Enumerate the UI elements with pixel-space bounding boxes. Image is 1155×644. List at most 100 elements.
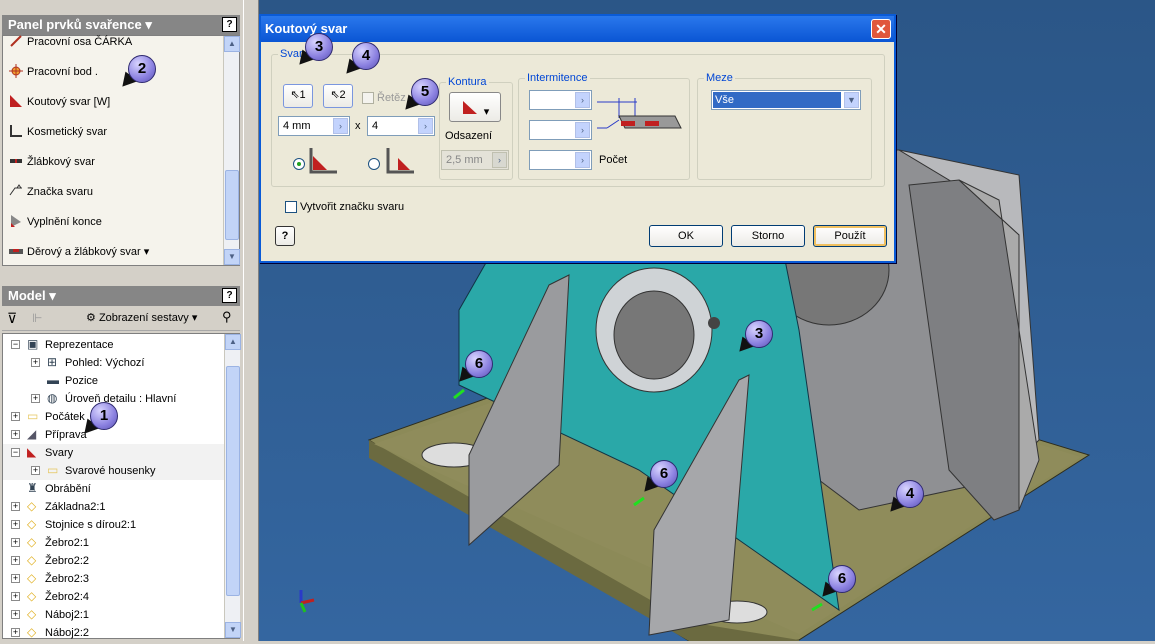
arrow-right-icon[interactable]: › xyxy=(575,92,590,108)
dialog-title-bar[interactable]: Koutový svar ✕ xyxy=(261,16,894,42)
part-icon: ◇ xyxy=(27,517,37,531)
expand-toggle-icon[interactable]: + xyxy=(11,592,20,601)
intermittence-gap-input[interactable]: › xyxy=(529,120,592,140)
plug-slot-weld-item[interactable]: Děrový a žlábkový svar ▾ xyxy=(9,242,149,262)
scroll-thumb[interactable] xyxy=(226,366,240,596)
hierarchy-icon[interactable]: ⊩ xyxy=(32,311,42,325)
scroll-thumb[interactable] xyxy=(225,170,239,240)
tree-item[interactable]: + ◇ Žebro2:4 xyxy=(3,588,228,606)
model-panel-header[interactable]: Model ▾ ? xyxy=(2,286,240,306)
expand-toggle-icon[interactable]: + xyxy=(11,574,20,583)
callout-badge: 3 xyxy=(745,320,773,348)
contour-dropdown[interactable]: ▾ xyxy=(449,92,501,122)
tree-item[interactable]: + ◇ Náboj2:2 xyxy=(3,624,228,642)
expand-toggle-icon[interactable]: + xyxy=(11,502,20,511)
groove-weld-item[interactable]: Žlábkový svar xyxy=(9,152,95,172)
tree-item[interactable]: + ◇ Základna2:1 xyxy=(3,498,228,516)
expand-toggle-icon[interactable]: + xyxy=(11,538,20,547)
tree-item[interactable]: ▬ Pozice xyxy=(3,372,228,390)
tree-item[interactable]: + ◇ Žebro2:2 xyxy=(3,552,228,570)
help-icon[interactable]: ? xyxy=(222,17,237,32)
cosmetic-weld-item[interactable]: Kosmetický svar xyxy=(9,122,107,142)
weld-size-input[interactable]: 4 mm › xyxy=(278,116,350,136)
expand-toggle-icon[interactable]: + xyxy=(11,412,20,421)
unequal-leg-radio[interactable] xyxy=(368,158,380,170)
expand-toggle-icon[interactable]: − xyxy=(11,448,20,457)
scroll-up-icon[interactable]: ▲ xyxy=(224,36,240,52)
fillet-weld-item[interactable]: Koutový svar [W] xyxy=(9,92,110,112)
assembly-view-dropdown[interactable]: ⚙ Zobrazení sestavy ▾ xyxy=(86,311,197,324)
arrow-right-icon[interactable]: › xyxy=(575,122,590,138)
arrow-right-icon[interactable]: › xyxy=(492,152,507,168)
extents-label: Meze xyxy=(704,72,735,84)
expand-toggle-icon[interactable]: + xyxy=(11,520,20,529)
weld-panel-scrollbar[interactable]: ▲ ▼ xyxy=(223,36,240,265)
scroll-up-icon[interactable]: ▲ xyxy=(225,334,241,350)
intermittence-count-input[interactable]: › xyxy=(529,150,592,170)
dropdown-arrow-icon[interactable]: ▾ xyxy=(144,246,150,258)
intermittence-length-input[interactable]: › xyxy=(529,90,592,110)
expand-toggle-icon[interactable]: + xyxy=(31,466,40,475)
arrow-right-icon[interactable]: › xyxy=(333,118,348,134)
tree-item[interactable]: + ◇ Žebro2:3 xyxy=(3,570,228,588)
folder-icon: ▭ xyxy=(47,463,59,477)
arrow-right-icon[interactable]: › xyxy=(575,152,590,168)
end-fill-item[interactable]: Vyplnění konce xyxy=(9,212,102,232)
extents-select[interactable]: Vše ▼ xyxy=(711,90,861,110)
selection-2-button[interactable]: ⇖2 xyxy=(323,84,353,108)
cosmetic-weld-icon xyxy=(9,124,23,138)
tree-item[interactable]: ♜ Obrábění xyxy=(3,480,228,498)
work-axis-item[interactable]: Pracovní osa ČÁRKA xyxy=(9,32,132,52)
expand-toggle-icon[interactable]: − xyxy=(11,340,20,349)
expand-toggle-icon[interactable]: + xyxy=(11,556,20,565)
expand-toggle-icon[interactable]: + xyxy=(31,394,40,403)
scroll-down-icon[interactable]: ▼ xyxy=(225,622,241,638)
create-symbol-checkbox[interactable] xyxy=(285,201,297,213)
help-icon[interactable]: ? xyxy=(275,226,295,246)
apply-button[interactable]: Použít xyxy=(813,225,887,247)
chevron-down-icon[interactable]: ▼ xyxy=(844,92,859,108)
close-icon[interactable]: ✕ xyxy=(871,19,891,39)
help-icon[interactable]: ? xyxy=(222,288,237,303)
tree-item[interactable]: + ◍ Úroveň detailu : Hlavní xyxy=(3,390,228,408)
tree-item[interactable]: − ▣ Reprezentace xyxy=(3,336,228,354)
expand-toggle-icon[interactable]: + xyxy=(11,430,20,439)
weld-symbol-icon xyxy=(9,184,23,198)
arrow-right-icon[interactable]: › xyxy=(418,118,433,134)
tree-item[interactable]: + ⊞ Pohled: Výchozí xyxy=(3,354,228,372)
callout-badge: 2 xyxy=(128,55,156,83)
lod-icon: ◍ xyxy=(47,391,58,405)
model-panel-title: Model xyxy=(8,288,46,303)
expand-toggle-icon[interactable]: + xyxy=(11,628,20,637)
scroll-down-icon[interactable]: ▼ xyxy=(224,249,240,265)
offset-input[interactable]: 2,5 mm › xyxy=(441,150,509,170)
tree-item[interactable]: + ◇ Stojnice s dírou2:1 xyxy=(3,516,228,534)
offset-value: 2,5 mm xyxy=(446,154,483,166)
tree-item-label: Žebro2:3 xyxy=(45,573,90,585)
tree-item[interactable]: + ◢ Příprava xyxy=(3,426,228,444)
cancel-button[interactable]: Storno xyxy=(731,225,805,247)
weld-symbol-item[interactable]: Značka svaru xyxy=(9,182,93,202)
work-axis-icon xyxy=(9,34,23,48)
expand-toggle-icon[interactable]: + xyxy=(31,358,40,367)
tree-item[interactable]: + ◇ Žebro2:1 xyxy=(3,534,228,552)
work-point-item[interactable]: Pracovní bod . xyxy=(9,62,98,82)
leg-value: 4 xyxy=(372,120,379,132)
filter-icon[interactable]: ⊽ xyxy=(7,310,17,327)
tree-item[interactable]: + ◇ Náboj2:1 xyxy=(3,606,228,624)
expand-toggle-icon[interactable]: + xyxy=(11,610,20,619)
chain-checkbox[interactable] xyxy=(362,92,374,104)
part-icon: ◇ xyxy=(27,535,37,549)
tree-item[interactable]: − ◣ Svary xyxy=(3,444,228,462)
ok-button[interactable]: OK xyxy=(649,225,723,247)
model-tree-scrollbar[interactable]: ▲ ▼ xyxy=(224,334,241,638)
selection-1-button[interactable]: ⇖1 xyxy=(283,84,313,108)
equal-leg-radio[interactable] xyxy=(293,158,305,170)
panel-splitter[interactable] xyxy=(243,0,259,641)
callout-badge: 4 xyxy=(896,480,924,508)
leg-input[interactable]: 4 › xyxy=(367,116,435,136)
tree-item-label: Pozice xyxy=(65,375,99,387)
position-icon: ▬ xyxy=(47,373,59,387)
find-binoculars-icon[interactable]: ⚲ xyxy=(222,309,232,325)
tree-item[interactable]: + ▭ Svarové housenky xyxy=(3,462,228,480)
